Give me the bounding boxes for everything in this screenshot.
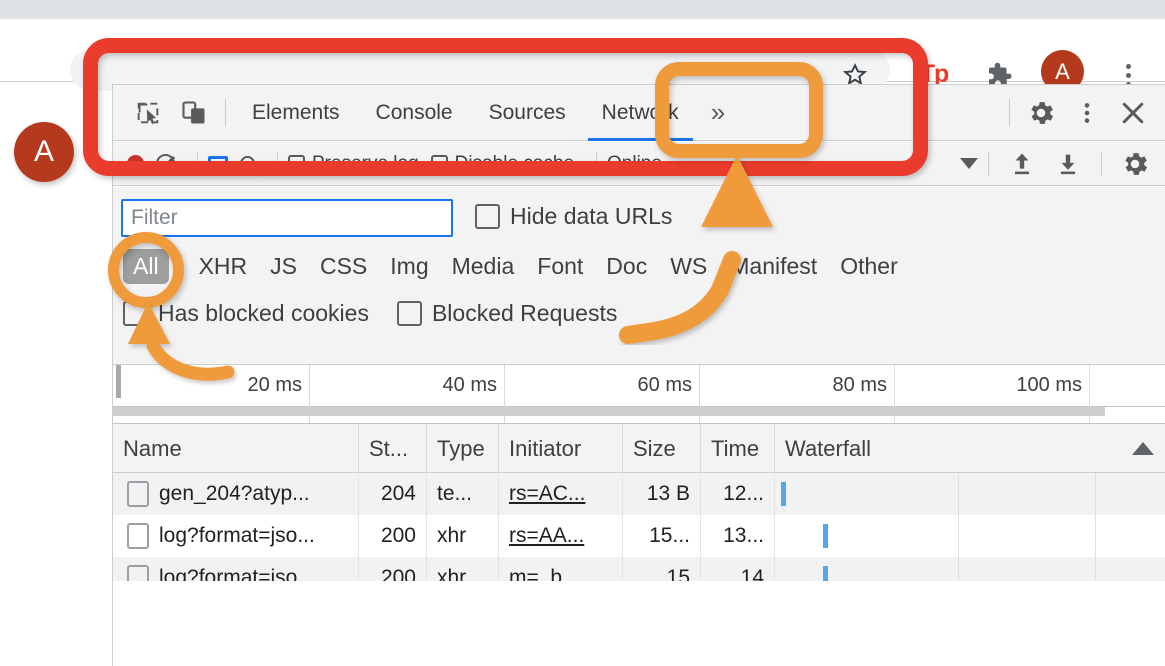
record-toolbar-actions — [960, 142, 1165, 185]
cell-waterfall — [775, 473, 1165, 515]
column-header-time[interactable]: Time — [701, 424, 775, 473]
cell-name: log?format=jso... — [113, 515, 359, 557]
ruler-tick-label: 40 ms — [442, 374, 497, 396]
ruler-tick-label: 100 ms — [1016, 374, 1082, 396]
column-header-status[interactable]: St... — [359, 424, 427, 473]
filter-other[interactable]: Other — [830, 249, 908, 284]
table-row[interactable]: log?format=jso... 200 xhr rs=AA... 15...… — [113, 515, 1165, 557]
filter-font[interactable]: Font — [527, 249, 593, 284]
cell-status: 200 — [359, 515, 427, 557]
ruler-tick: 60 ms — [505, 365, 700, 408]
annotation-step-badge-a: A — [14, 122, 74, 182]
chevron-down-icon[interactable] — [960, 158, 978, 169]
cell-type: xhr — [427, 557, 499, 581]
ruler-tick-label: 20 ms — [247, 374, 302, 396]
cell-status: 204 — [359, 473, 427, 515]
cell-name: log?format=jso — [113, 557, 359, 581]
cell-type: xhr — [427, 515, 499, 557]
waterfall-bar — [781, 482, 786, 506]
column-header-waterfall[interactable]: Waterfall — [775, 424, 1165, 473]
toolbar-divider — [988, 151, 989, 176]
cell-time: 12... — [701, 473, 775, 515]
cell-name: gen_204?atyp... — [113, 473, 359, 515]
column-header-initiator[interactable]: Initiator — [499, 424, 623, 473]
row-checkbox[interactable] — [127, 565, 149, 581]
row-checkbox[interactable] — [127, 481, 149, 507]
column-header-type[interactable]: Type — [427, 424, 499, 473]
ruler-tick: 40 ms — [310, 365, 505, 408]
blocked-requests-label: Blocked Requests — [431, 300, 618, 326]
cell-waterfall — [775, 515, 1165, 557]
cell-size: 15... — [623, 515, 701, 557]
filter-media[interactable]: Media — [442, 249, 525, 284]
ruler-tick-label: 60 ms — [637, 374, 692, 396]
column-header-size[interactable]: Size — [623, 424, 701, 473]
filter-js[interactable]: JS — [260, 249, 307, 284]
filter-css[interactable]: CSS — [310, 249, 377, 284]
sort-ascending-icon[interactable] — [1132, 442, 1154, 455]
overview-scrollbar[interactable] — [113, 407, 1105, 416]
row-checkbox[interactable] — [127, 523, 149, 549]
cell-status: 200 — [359, 557, 427, 581]
ruler-tick: 100 ms — [895, 365, 1090, 408]
kebab-dot — [1125, 63, 1131, 69]
toolbar-divider — [1009, 98, 1010, 127]
filter-input[interactable] — [121, 199, 453, 237]
cell-time: 13... — [701, 515, 775, 557]
ruler-tick: 80 ms — [700, 365, 895, 408]
kebab-dot — [1125, 72, 1131, 78]
filter-xhr[interactable]: XHR — [189, 249, 258, 284]
cell-initiator[interactable]: rs=AC... — [499, 473, 623, 515]
cell-size: 13 B — [623, 473, 701, 515]
table-row[interactable]: log?format=jso 200 xhr m=_b 15 14 — [113, 557, 1165, 581]
table-header-row: Name St... Type Initiator Size Time Wate… — [113, 423, 1165, 473]
waterfall-bar — [823, 524, 828, 548]
annotation-arrow-to-all-filter — [128, 302, 235, 381]
annotation-arrow-to-network-tab — [619, 155, 773, 344]
import-har-icon[interactable] — [999, 142, 1045, 185]
network-request-table: Name St... Type Initiator Size Time Wate… — [113, 423, 1165, 666]
cell-size: 15 — [623, 557, 701, 581]
filter-img[interactable]: Img — [380, 249, 438, 284]
cell-waterfall — [775, 557, 1165, 581]
toolbar-divider — [1101, 151, 1102, 176]
cell-type: te... — [427, 473, 499, 515]
checkbox-box — [475, 204, 500, 229]
annotation-orange-network-tab — [655, 62, 823, 158]
gear-icon[interactable] — [1112, 142, 1158, 185]
blocked-requests-checkbox[interactable] — [396, 301, 422, 326]
devtools-tabbar-actions — [1001, 85, 1165, 141]
gear-icon[interactable] — [1018, 90, 1064, 136]
browser-tab-strip — [0, 0, 1165, 19]
export-har-icon[interactable] — [1045, 142, 1091, 185]
cell-time: 14 — [701, 557, 775, 581]
waterfall-bar — [823, 566, 828, 581]
cell-initiator[interactable]: rs=AA... — [499, 515, 623, 557]
kebab-menu-icon[interactable] — [1064, 90, 1110, 136]
table-row[interactable]: gen_204?atyp... 204 te... rs=AC... 13 B … — [113, 473, 1165, 515]
annotation-orange-all-circle — [108, 232, 184, 308]
cell-initiator[interactable]: m=_b — [499, 557, 623, 581]
ruler-tick-label: 80 ms — [832, 374, 887, 396]
timeline-ruler[interactable]: 20 ms 40 ms 60 ms 80 ms 100 ms — [113, 364, 1165, 408]
column-header-name[interactable]: Name — [113, 424, 359, 473]
close-icon[interactable] — [1110, 90, 1156, 136]
